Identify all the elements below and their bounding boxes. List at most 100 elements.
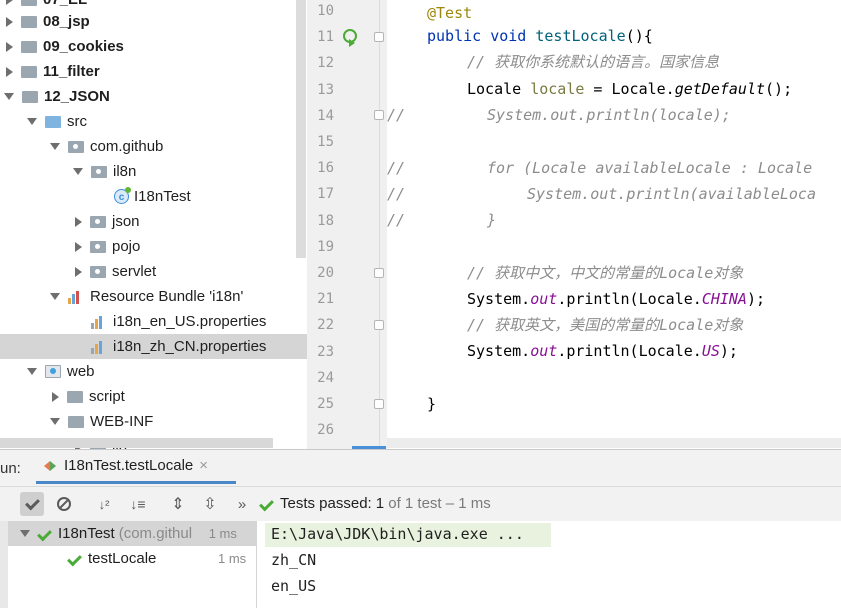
line-number: 25 (317, 396, 334, 412)
show-ignored-button[interactable] (52, 492, 76, 516)
line-number: 20 (317, 265, 334, 281)
tree-item-label: 09_cookies (43, 38, 124, 55)
chevron-down-icon[interactable] (73, 168, 83, 175)
tree-item-label: WEB-INF (90, 413, 154, 430)
chevron-right-icon[interactable] (75, 216, 82, 227)
properties-file-icon (91, 340, 107, 354)
test-row-class[interactable]: I18nTest (com.githul 1 ms (0, 521, 256, 546)
tree-vertical-scrollbar[interactable] (296, 0, 306, 258)
show-passed-button[interactable] (20, 492, 44, 516)
code-line-11: public void testLocale(){ (427, 27, 653, 45)
tree-item[interactable]: WEB-INF (0, 409, 307, 434)
tree-item[interactable]: i18n_zh_CN.properties (0, 334, 307, 359)
tree-item[interactable]: 12_JSON (0, 84, 307, 109)
tree-horizontal-scrollbar[interactable] (0, 438, 273, 448)
line-number: 11 (317, 29, 334, 46)
folder-icon (67, 390, 83, 403)
tree-item[interactable]: src (0, 109, 307, 134)
tree-item[interactable]: servlet (0, 259, 307, 284)
chevron-down-icon[interactable] (27, 368, 37, 375)
fold-marker-icon[interactable] (374, 399, 384, 409)
editor-hscroll[interactable] (387, 438, 841, 448)
code-line-12: // 获取你系统默认的语言。国家信息 (467, 53, 720, 71)
folder-icon (21, 0, 37, 6)
project-tree: 07_EL 08_jsp 09_cookies 11_filter 12_JSONsrc… (0, 0, 307, 449)
code-line-14: // (387, 106, 406, 124)
test-row-method[interactable]: testLocale 1 ms (0, 546, 256, 571)
test-name: testLocale (88, 550, 157, 567)
more-actions-icon: » (237, 495, 247, 513)
collapse-all-button[interactable]: ⇳ (198, 492, 222, 516)
fold-marker-icon[interactable] (374, 268, 384, 278)
code-line-16: // (387, 159, 406, 177)
run-tab[interactable]: I18nTest.testLocale × (36, 450, 236, 484)
tree-item[interactable]: script (0, 384, 307, 409)
pass-check-icon (67, 551, 82, 566)
package-icon (91, 165, 107, 178)
line-number: 12 (317, 55, 334, 72)
tree-item[interactable]: il8n (0, 159, 307, 184)
code-line-17-body: System.out.println(availableLoca (527, 185, 816, 203)
console-output[interactable]: E:\Java\JDK\bin\java.exe ... zh_CN en_US (257, 521, 841, 608)
package-icon (90, 240, 106, 253)
chevron-down-icon[interactable] (50, 143, 60, 150)
folder-icon (22, 90, 38, 103)
code-editor[interactable]: @Test public void testLocale(){ // 获取你系统… (387, 0, 841, 449)
chevron-down-icon[interactable] (20, 530, 30, 537)
tree-item[interactable]: i18n_en_US.properties (0, 309, 307, 334)
sort-alphabetically-button[interactable]: ↓² (92, 492, 116, 516)
tests-scrollbar[interactable] (0, 521, 8, 608)
tree-item-label: Resource Bundle 'i18n' (90, 288, 244, 305)
tree-item-label: il8n (113, 163, 137, 180)
line-number: 15 (317, 134, 334, 150)
close-icon[interactable]: × (199, 457, 208, 474)
tree-item-label: json (112, 213, 140, 230)
chevron-down-icon[interactable] (50, 293, 60, 300)
sort-by-duration-button[interactable]: ↓≡ (126, 492, 150, 516)
properties-file-icon (91, 315, 107, 329)
test-status: Tests passed: 1 of 1 test – 1 ms (259, 495, 491, 512)
chevron-down-icon[interactable] (50, 418, 60, 425)
tree-item-label: 08_jsp (43, 13, 90, 30)
tree-item[interactable]: 11_filter (0, 59, 307, 84)
tree-item[interactable]: web (0, 359, 307, 384)
chevron-right-icon[interactable] (6, 66, 13, 77)
folder-icon (68, 415, 84, 428)
chevron-right-icon[interactable] (75, 241, 82, 252)
chevron-right-icon[interactable] (6, 41, 13, 52)
tree-item[interactable]: pojo (0, 234, 307, 259)
run-panel: un: I18nTest.testLocale × ↓² ↓≡ ⇕ ⇳ » Te… (0, 449, 841, 608)
tree-item[interactable]: 09_cookies (0, 34, 307, 59)
chevron-right-icon[interactable] (75, 266, 82, 277)
chevron-down-icon[interactable] (27, 118, 37, 125)
tree-item-label: 07_EL (43, 0, 87, 8)
chevron-right-icon[interactable] (6, 0, 13, 5)
fold-marker-icon[interactable] (374, 110, 384, 120)
code-line-21: System.out.println(Locale.CHINA); (467, 290, 766, 308)
collapse-all-icon: ⇳ (203, 496, 217, 513)
chevron-right-icon[interactable] (6, 16, 13, 27)
fold-marker-icon[interactable] (374, 320, 384, 330)
run-tab-bar: un: I18nTest.testLocale × (0, 450, 841, 486)
tree-item[interactable]: json (0, 209, 307, 234)
tree-item[interactable]: Resource Bundle 'i18n' (0, 284, 307, 309)
code-line-18: // (387, 211, 406, 229)
more-actions-button[interactable]: » (230, 492, 254, 516)
console-line: en_US (271, 577, 317, 595)
tree-item-label: i18n_zh_CN.properties (113, 338, 267, 355)
tree-item[interactable]: 08_jsp (0, 9, 307, 34)
tree-item[interactable]: c I18nTest (0, 184, 307, 209)
resource-bundle-icon (68, 290, 84, 304)
line-number: 17 (317, 186, 334, 203)
status-suffix: of 1 test – 1 ms (384, 495, 491, 512)
tree-item-label: src (67, 113, 87, 130)
folder-icon (21, 15, 37, 28)
folder-icon (21, 65, 37, 78)
fold-marker-icon[interactable] (374, 32, 384, 42)
expand-all-button[interactable]: ⇕ (166, 492, 190, 516)
tree-item[interactable]: com.github (0, 134, 307, 159)
chevron-down-icon[interactable] (4, 93, 14, 100)
chevron-right-icon[interactable] (52, 391, 59, 402)
line-number: 13 (317, 81, 334, 98)
java-class-icon: c (114, 187, 131, 204)
